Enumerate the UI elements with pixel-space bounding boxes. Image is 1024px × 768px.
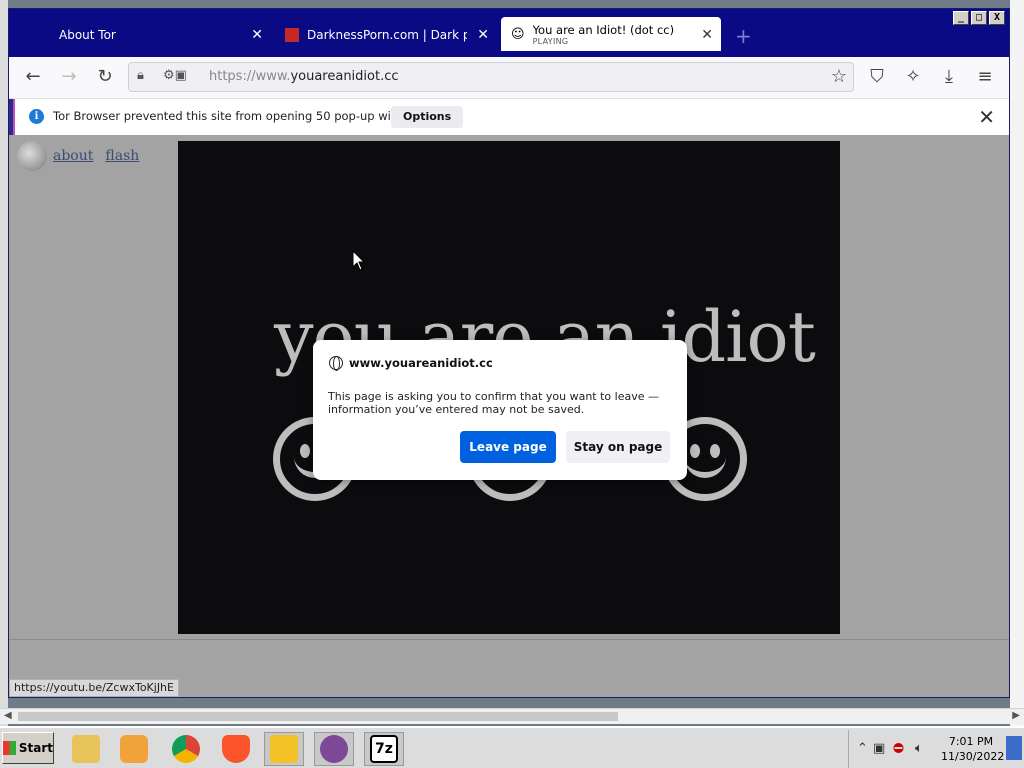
bookmark-star-icon[interactable]: ☆ [831, 66, 847, 87]
tab-playing-indicator: PLAYING [532, 36, 569, 46]
site-favicon-icon [285, 28, 299, 42]
menu-icon[interactable]: ≡ [973, 66, 997, 87]
explorer-icon[interactable] [66, 732, 106, 766]
tab-title: DarknessPorn.com | Dark porn - b [307, 28, 467, 42]
page-divider [9, 639, 1009, 640]
windows-logo-icon [3, 741, 16, 755]
about-link[interactable]: about [53, 148, 93, 164]
security-alert-icon[interactable]: ⛔︎ [893, 741, 904, 756]
chevron-up-icon[interactable]: ⌃ [857, 741, 868, 756]
options-button[interactable]: Options [391, 106, 464, 128]
tab-about-tor[interactable]: About Tor ✕ [9, 17, 271, 53]
info-icon: i [29, 109, 44, 124]
new-identity-icon[interactable]: ✧ [901, 66, 925, 87]
system-tray: ⌃ ▣ ⛔︎ 🔈︎ 7:01 PM 11/30/2022 [848, 730, 1024, 768]
back-arrow-icon[interactable]: ← [21, 66, 45, 87]
flash-link[interactable]: flash [105, 148, 139, 164]
network-icon[interactable]: ▣ [873, 741, 885, 756]
navigation-toolbar: ← → ↻ 🔒︎ ⚙︎▣ https://www.youareanidiot.c… [9, 57, 1009, 99]
url-text[interactable]: https://www.youareanidiot.cc [209, 69, 399, 84]
tab-close-icon[interactable]: ✕ [477, 27, 489, 43]
desktop-background-right [1010, 0, 1024, 730]
status-bar-url: https://youtu.be/ZcwxToKjJhE [9, 679, 179, 697]
chrome-icon[interactable] [166, 732, 206, 766]
scrollbar-thumb[interactable] [18, 712, 618, 721]
volume-icon[interactable]: 🔈︎ [915, 741, 923, 756]
new-tab-icon[interactable]: + [735, 24, 752, 48]
globe-icon [329, 356, 343, 371]
leave-page-dialog: www.youareanidiot.cc This page is asking… [313, 340, 687, 480]
leave-page-button[interactable]: Leave page [460, 431, 556, 463]
window-controls: _ □ X [953, 11, 1005, 25]
app-icon[interactable] [264, 732, 304, 766]
popup-blocked-notification: i Tor Browser prevented this site from o… [13, 99, 1009, 135]
clock[interactable]: 7:01 PM 11/30/2022 [941, 734, 1004, 764]
tab-close-icon[interactable]: ✕ [251, 27, 263, 43]
notification-message: Tor Browser prevented this site from ope… [53, 109, 432, 123]
scroll-right-icon[interactable]: ▶ [1012, 710, 1020, 721]
speaker-icon [17, 141, 47, 171]
start-button[interactable]: Start [2, 732, 54, 764]
close-notification-icon[interactable]: ✕ [978, 105, 995, 129]
smiley-favicon-icon: ☺ [511, 26, 525, 42]
taskbar: Start 7z ⌃ ▣ ⛔︎ 🔈︎ 7:01 PM 11/30/2022 [0, 726, 1024, 768]
dialog-message: This page is asking you to confirm that … [328, 390, 659, 416]
dialog-origin: www.youareanidiot.cc [349, 356, 493, 370]
brave-icon[interactable] [216, 732, 256, 766]
permissions-icon[interactable]: ⚙︎▣ [163, 68, 187, 83]
tab-strip: About Tor ✕ DarknessPorn.com | Dark porn… [9, 9, 1009, 57]
download-icon[interactable]: ⤓ [937, 66, 961, 87]
tab-title: About Tor [59, 28, 116, 42]
forward-arrow-icon[interactable]: → [57, 66, 81, 87]
tab-darknessporn[interactable]: DarknessPorn.com | Dark porn - b ✕ [275, 17, 497, 53]
about-flash-links: about flash [17, 141, 145, 171]
tab-close-icon[interactable]: ✕ [701, 27, 713, 43]
desktop-background-left [0, 0, 8, 730]
media-player-icon[interactable] [114, 732, 154, 766]
address-bar[interactable]: 🔒︎ ⚙︎▣ https://www.youareanidiot.cc ☆ [128, 62, 854, 92]
scroll-left-icon[interactable]: ◀ [4, 710, 12, 721]
minimize-button[interactable]: _ [953, 11, 969, 25]
tor-browser-icon[interactable] [314, 732, 354, 766]
tab-title: You are an Idiot! (dot cc) [532, 22, 675, 37]
shield-icon[interactable]: ⛉ [865, 66, 889, 87]
maximize-button[interactable]: □ [971, 11, 987, 25]
show-desktop-button[interactable] [1006, 736, 1022, 760]
close-window-button[interactable]: X [989, 11, 1005, 25]
horizontal-scrollbar[interactable]: ◀ ▶ [0, 708, 1024, 724]
lock-icon[interactable]: 🔒︎ [137, 68, 144, 83]
tab-youareanidiot[interactable]: ☺ You are an Idiot! (dot cc) PLAYING ✕ [501, 17, 721, 51]
7zip-icon[interactable]: 7z [364, 732, 404, 766]
stay-on-page-button[interactable]: Stay on page [566, 431, 670, 463]
reload-icon[interactable]: ↻ [93, 66, 117, 87]
